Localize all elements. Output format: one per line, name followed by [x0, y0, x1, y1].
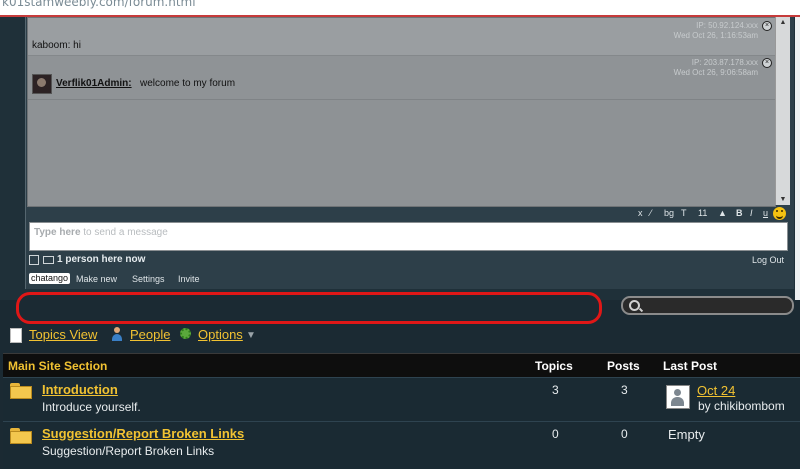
topics-view-link[interactable]: Topics View	[29, 327, 97, 342]
format-size[interactable]: 11	[698, 208, 707, 218]
browser-url-bar[interactable]: k01stamweebly.com/forum.html	[0, 0, 800, 17]
chat-scrollbar[interactable]: ▲ ▼	[775, 17, 790, 205]
message-time: Wed Oct 26, 1:16:53am	[673, 31, 758, 40]
last-post-empty: Empty	[668, 427, 705, 442]
posts-count: 3	[621, 383, 628, 397]
people-link[interactable]: People	[130, 327, 170, 342]
chat-message: kaboom: hi IP: 50.92.124.xxx Wed Oct 26,…	[28, 18, 775, 56]
chat-status: 1 person here now	[57, 254, 146, 265]
settings-link[interactable]: Settings	[132, 274, 165, 284]
column-posts: Posts	[607, 359, 640, 373]
format-italic[interactable]: I	[750, 208, 753, 218]
options-link[interactable]: Options	[198, 327, 243, 342]
message-time: Wed Oct 26, 9:06:58am	[673, 68, 758, 77]
topics-count: 0	[552, 427, 559, 441]
message-ip: IP: 50.92.124.xxx	[696, 21, 758, 30]
folder-icon	[10, 428, 32, 444]
format-underline[interactable]: u	[763, 208, 768, 218]
format-color[interactable]: ▲	[718, 208, 727, 218]
search-input[interactable]	[621, 296, 794, 315]
avatar[interactable]	[32, 74, 52, 94]
format-bg[interactable]: bg	[664, 208, 674, 218]
section-title: Main Site Section	[8, 359, 108, 373]
browser-url: k01stamweebly.com/forum.html	[2, 0, 196, 9]
people-icon	[111, 327, 123, 341]
chatango-logo[interactable]: chatango	[29, 273, 71, 284]
column-topics: Topics	[535, 359, 573, 373]
format-link[interactable]: ⁄	[650, 208, 652, 218]
logout-link[interactable]: Log Out	[752, 255, 784, 265]
format-text[interactable]: T	[681, 208, 687, 218]
last-post-link[interactable]: Oct 24	[697, 383, 735, 398]
speaker-icon[interactable]	[29, 255, 39, 265]
gear-icon	[180, 328, 191, 339]
forum-title[interactable]: Suggestion/Report Broken Links	[42, 426, 244, 441]
message-text: welcome to my forum	[140, 78, 236, 89]
column-last-post: Last Post	[663, 359, 718, 373]
folder-icon	[10, 383, 32, 399]
chat-message: IP: 203.87.178.xxx Wed Oct 26, 9:06:58am…	[28, 56, 775, 100]
chat-messages: kaboom: hi IP: 50.92.124.xxx Wed Oct 26,…	[27, 17, 776, 207]
scroll-up-icon[interactable]: ▲	[776, 17, 790, 28]
message-input-placeholder: Type here to send a message	[34, 227, 168, 238]
posts-count: 0	[621, 427, 628, 441]
make-new-link[interactable]: Make new	[76, 274, 117, 284]
forum-description: Suggestion/Report Broken Links	[42, 444, 215, 458]
scroll-down-icon[interactable]: ▼	[776, 194, 790, 205]
message-ip: IP: 203.87.178.xxx	[691, 58, 758, 67]
close-icon[interactable]: ×	[762, 21, 772, 31]
user-avatar-icon[interactable]	[666, 385, 690, 409]
format-clear[interactable]: x	[638, 208, 643, 218]
emoticon-icon[interactable]	[773, 207, 786, 220]
document-icon	[10, 328, 22, 343]
forum-description: Introduce yourself.	[42, 400, 141, 414]
message-text: kaboom: hi	[32, 40, 81, 51]
mail-icon[interactable]	[43, 256, 54, 264]
highlight-annotation	[16, 292, 602, 324]
topics-count: 3	[552, 383, 559, 397]
forum-title[interactable]: Introduction	[42, 382, 118, 397]
search-icon	[629, 300, 640, 311]
close-icon[interactable]: ×	[762, 58, 772, 68]
message-input[interactable]: Type here to send a message	[29, 222, 788, 251]
chevron-down-icon[interactable]: ▼	[246, 330, 256, 341]
last-post-author: by chikibombom	[698, 399, 785, 413]
invite-link[interactable]: Invite	[178, 274, 200, 284]
page-edge	[795, 17, 800, 300]
format-bold[interactable]: B	[736, 208, 743, 218]
message-username[interactable]: Verflik01Admin:	[56, 78, 132, 89]
